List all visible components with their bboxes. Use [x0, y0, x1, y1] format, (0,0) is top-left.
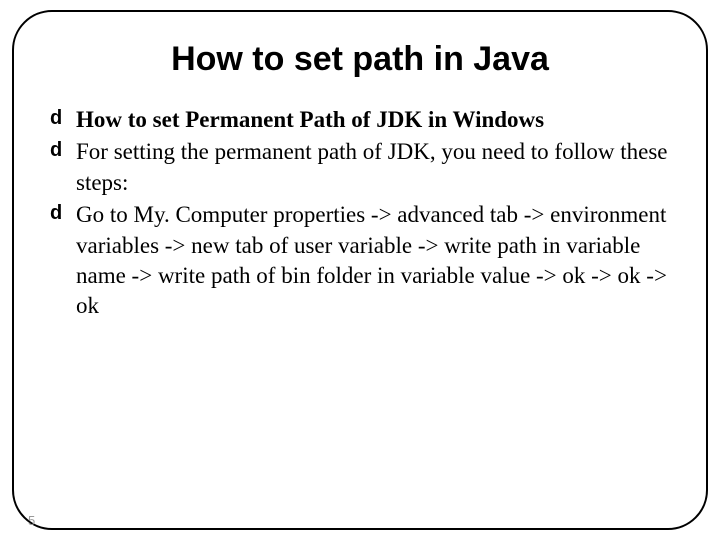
- bullet-icon: d: [50, 203, 62, 223]
- list-item-text: How to set Permanent Path of JDK in Wind…: [76, 107, 544, 132]
- body-list: d How to set Permanent Path of JDK in Wi…: [50, 105, 670, 322]
- list-item: d Go to My. Computer properties -> advan…: [50, 200, 670, 321]
- slide-frame: How to set path in Java d How to set Per…: [12, 10, 708, 530]
- page-number: 5: [28, 513, 35, 528]
- bullet-icon: d: [50, 108, 62, 128]
- slide-title: How to set path in Java: [50, 40, 670, 79]
- list-item-text: For setting the permanent path of JDK, y…: [76, 139, 668, 194]
- list-item: d For setting the permanent path of JDK,…: [50, 137, 670, 198]
- bullet-icon: d: [50, 140, 62, 160]
- slide: How to set path in Java d How to set Per…: [0, 0, 720, 540]
- list-item: d How to set Permanent Path of JDK in Wi…: [50, 105, 670, 135]
- list-item-text: Go to My. Computer properties -> advance…: [76, 202, 667, 318]
